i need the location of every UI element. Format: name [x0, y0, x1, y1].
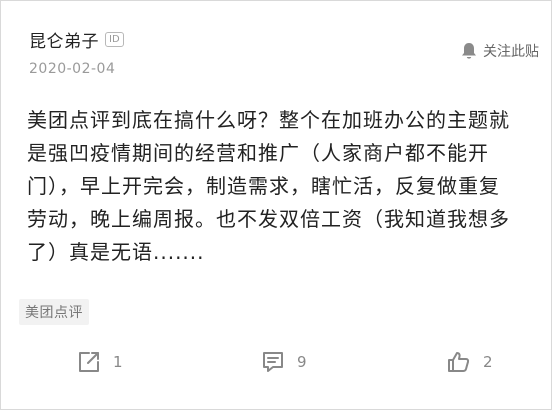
thumbs-up-icon — [448, 352, 470, 372]
topic-tag[interactable]: 美团点评 — [19, 299, 89, 325]
post-card: 昆仑弟子 ID 2020-02-04 关注此贴 美团点评到底在搞什么呀？整个在加… — [0, 0, 552, 410]
author-row: 昆仑弟子 ID — [29, 27, 124, 52]
action-bar: 1 9 2 — [1, 350, 551, 386]
post-date: 2020-02-04 — [29, 61, 116, 77]
like-button[interactable]: 2 — [447, 350, 493, 374]
content-line: 了）真是无语....... — [27, 240, 205, 264]
follow-post-button[interactable]: 关注此贴 — [461, 41, 539, 61]
share-count: 1 — [113, 353, 123, 371]
id-badge: ID — [105, 32, 124, 47]
share-button[interactable]: 1 — [77, 350, 123, 374]
content-line: 门），早上开完会，制造需求，瞎忙活，反复做重复 — [27, 174, 500, 198]
content-line: 美团点评到底在搞什么呀？整个在加班办公的主题就 — [27, 108, 510, 132]
bell-icon — [462, 43, 476, 59]
post-content: 美团点评到底在搞什么呀？整个在加班办公的主题就 是强凹疫情期间的经营和推广（人家… — [27, 104, 537, 269]
content-line: 是强凹疫情期间的经营和推广（人家商户都不能开 — [27, 141, 489, 165]
comment-icon — [263, 352, 283, 372]
share-icon — [79, 352, 99, 372]
follow-label: 关注此贴 — [483, 44, 539, 60]
comment-count: 9 — [297, 353, 307, 371]
like-count: 2 — [483, 353, 493, 371]
comment-button[interactable]: 9 — [261, 350, 307, 374]
author-name[interactable]: 昆仑弟子 — [29, 27, 99, 52]
content-line: 劳动，晚上编周报。也不发双倍工资（我知道我想多 — [27, 207, 510, 231]
